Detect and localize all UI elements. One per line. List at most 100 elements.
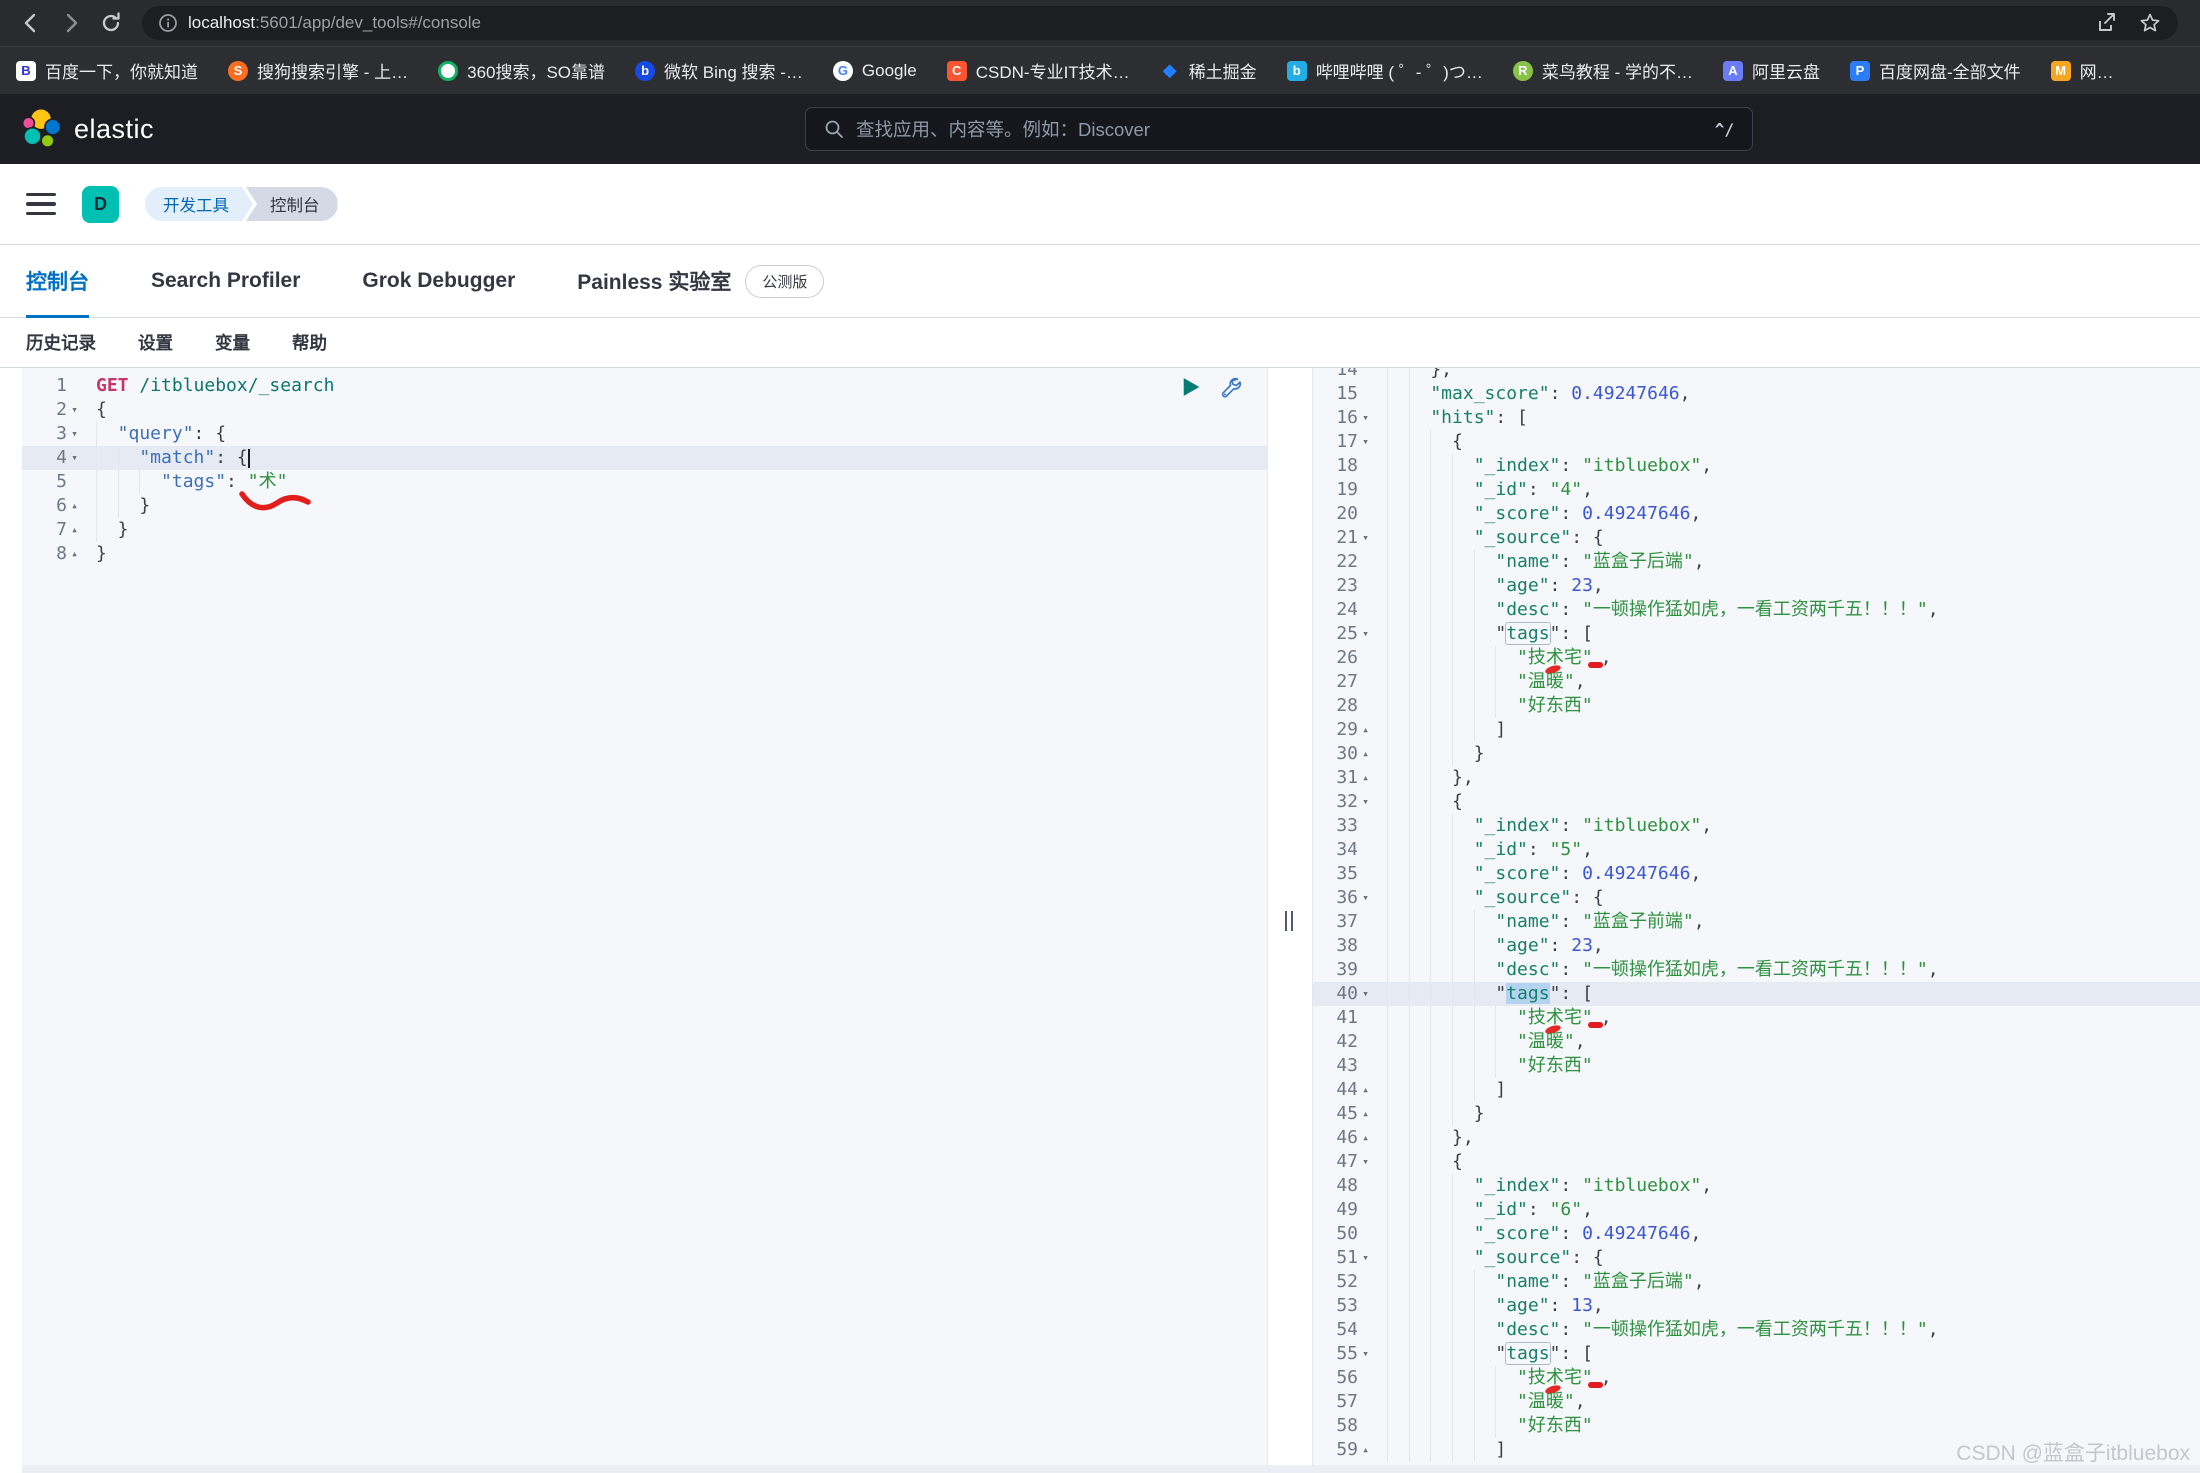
global-search-input[interactable]: 查找应用、内容等。例如：Discover ^/ [805,107,1753,151]
code-line-8[interactable]: 8▴} [22,542,1267,566]
bookmark-item[interactable]: ◆稀土掘金 [1160,58,1257,83]
fold-toggle-icon[interactable]: ▴ [67,518,82,542]
fold-toggle-icon[interactable]: ▴ [1358,1438,1373,1462]
code-line-32[interactable]: 32▾{ [1313,790,2200,814]
fold-toggle-icon[interactable]: ▾ [67,398,82,422]
fold-toggle-icon[interactable]: ▾ [1358,622,1373,646]
tab-grok-debugger[interactable]: Grok Debugger [362,245,515,317]
breadcrumb-console[interactable]: 控制台 [246,187,338,221]
fold-toggle-icon[interactable]: ▾ [67,446,82,470]
code-line-25[interactable]: 25▾"tags": [ [1313,622,2200,646]
fold-toggle-icon[interactable]: ▴ [67,494,82,518]
horizontal-scrollbar[interactable] [22,1465,2200,1473]
code-line-50[interactable]: 50"_score": 0.49247646, [1313,1222,2200,1246]
url-bar[interactable]: localhost:5601/app/dev_tools#/console [142,6,2178,40]
fold-toggle-icon[interactable]: ▴ [1358,1102,1373,1126]
code-line-20[interactable]: 20"_score": 0.49247646, [1313,502,2200,526]
tab-search-profiler[interactable]: Search Profiler [151,245,300,317]
panel-resizer-handle[interactable] [1285,911,1293,931]
code-line-40[interactable]: 40▾"tags": [ [1313,982,2200,1006]
code-line-6[interactable]: 6▴} [22,494,1267,518]
code-line-2[interactable]: 2▾{ [22,398,1267,422]
fold-toggle-icon[interactable]: ▾ [1358,886,1373,910]
console-nav-item-0[interactable]: 历史记录 [26,330,96,355]
forward-button[interactable] [54,6,88,40]
code-line-33[interactable]: 33"_index": "itbluebox", [1313,814,2200,838]
request-options-button[interactable] [1217,375,1241,399]
code-line-41[interactable]: 41"技术宅", [1313,1006,2200,1030]
fold-toggle-icon[interactable]: ▾ [1358,982,1373,1006]
fold-toggle-icon[interactable]: ▴ [67,542,82,566]
code-line-22[interactable]: 22"name": "蓝盒子后端", [1313,550,2200,574]
code-line-53[interactable]: 53"age": 13, [1313,1294,2200,1318]
bookmark-item[interactable]: A阿里云盘 [1723,58,1820,83]
code-line-14[interactable]: 14}, [1313,368,2200,382]
code-line-39[interactable]: 39"desc": "一顿操作猛如虎，一看工资两千五！！！", [1313,958,2200,982]
code-line-51[interactable]: 51▾"_source": { [1313,1246,2200,1270]
code-line-15[interactable]: 15"max_score": 0.49247646, [1313,382,2200,406]
bookmark-item[interactable]: 360搜索，SO靠谱 [438,58,605,83]
bookmark-item[interactable]: P百度网盘-全部文件 [1850,58,2021,83]
request-code[interactable]: 1GET /itbluebox/_search2▾{3▾"query": {4▾… [22,374,1267,566]
code-line-55[interactable]: 55▾"tags": [ [1313,1342,2200,1366]
fold-toggle-icon[interactable]: ▴ [1358,718,1373,742]
code-line-36[interactable]: 36▾"_source": { [1313,886,2200,910]
bookmark-item[interactable]: GGoogle [833,61,917,81]
code-line-49[interactable]: 49"_id": "6", [1313,1198,2200,1222]
code-line-31[interactable]: 31▴}, [1313,766,2200,790]
code-line-21[interactable]: 21▾"_source": { [1313,526,2200,550]
fold-toggle-icon[interactable]: ▾ [1358,790,1373,814]
breadcrumb-dev-tools[interactable]: 开发工具 [145,187,253,221]
bookmark-item[interactable]: R菜鸟教程 - 学的不… [1513,58,1693,83]
bookmark-item[interactable]: S搜狗搜索引擎 - 上… [228,58,408,83]
code-line-44[interactable]: 44▴] [1313,1078,2200,1102]
code-line-19[interactable]: 19"_id": "4", [1313,478,2200,502]
code-line-1[interactable]: 1GET /itbluebox/_search [22,374,1267,398]
code-line-58[interactable]: 58"好东西" [1313,1414,2200,1438]
back-button[interactable] [14,6,48,40]
fold-toggle-icon[interactable]: ▴ [1358,1078,1373,1102]
code-line-17[interactable]: 17▾{ [1313,430,2200,454]
code-line-57[interactable]: 57"温暖", [1313,1390,2200,1414]
console-nav-item-1[interactable]: 设置 [138,330,173,355]
bookmark-item[interactable]: M网… [2051,58,2114,83]
code-line-46[interactable]: 46▴}, [1313,1126,2200,1150]
code-line-16[interactable]: 16▾"hits": [ [1313,406,2200,430]
fold-toggle-icon[interactable]: ▾ [1358,1246,1373,1270]
code-line-18[interactable]: 18"_index": "itbluebox", [1313,454,2200,478]
site-info-icon[interactable] [158,13,178,33]
code-line-42[interactable]: 42"温暖", [1313,1030,2200,1054]
fold-toggle-icon[interactable]: ▴ [1358,766,1373,790]
fold-toggle-icon[interactable]: ▴ [1358,742,1373,766]
console-nav-item-2[interactable]: 变量 [215,330,250,355]
code-line-48[interactable]: 48"_index": "itbluebox", [1313,1174,2200,1198]
code-line-24[interactable]: 24"desc": "一顿操作猛如虎，一看工资两千五！！！", [1313,598,2200,622]
code-line-52[interactable]: 52"name": "蓝盒子后端", [1313,1270,2200,1294]
code-line-37[interactable]: 37"name": "蓝盒子前端", [1313,910,2200,934]
fold-toggle-icon[interactable]: ▾ [1358,406,1373,430]
code-line-45[interactable]: 45▴} [1313,1102,2200,1126]
code-line-56[interactable]: 56"技术宅", [1313,1366,2200,1390]
code-line-23[interactable]: 23"age": 23, [1313,574,2200,598]
menu-hamburger-icon[interactable] [26,193,56,215]
bookmark-item[interactable]: b微软 Bing 搜索 -… [635,58,803,83]
code-line-7[interactable]: 7▴} [22,518,1267,542]
response-viewer[interactable]: 14},15"max_score": 0.49247646,16▾"hits":… [1312,368,2200,1473]
code-line-30[interactable]: 30▴} [1313,742,2200,766]
code-line-34[interactable]: 34"_id": "5", [1313,838,2200,862]
fold-toggle-icon[interactable]: ▾ [1358,430,1373,454]
send-request-button[interactable] [1182,377,1201,397]
bookmark-item[interactable]: CCSDN-专业IT技术… [947,58,1130,83]
fold-toggle-icon[interactable]: ▴ [1358,1126,1373,1150]
tab-console[interactable]: 控制台 [26,245,89,317]
code-line-43[interactable]: 43"好东西" [1313,1054,2200,1078]
tab-painless-[interactable]: Painless 实验室公测版 [577,245,824,317]
fold-toggle-icon[interactable]: ▾ [67,422,82,446]
console-nav-item-3[interactable]: 帮助 [292,330,327,355]
fold-toggle-icon[interactable]: ▾ [1358,1342,1373,1366]
share-icon[interactable] [2094,11,2118,35]
code-line-29[interactable]: 29▴] [1313,718,2200,742]
code-line-27[interactable]: 27"温暖", [1313,670,2200,694]
bookmark-item[interactable]: B百度一下，你就知道 [16,58,198,83]
code-line-54[interactable]: 54"desc": "一顿操作猛如虎，一看工资两千五！！！", [1313,1318,2200,1342]
